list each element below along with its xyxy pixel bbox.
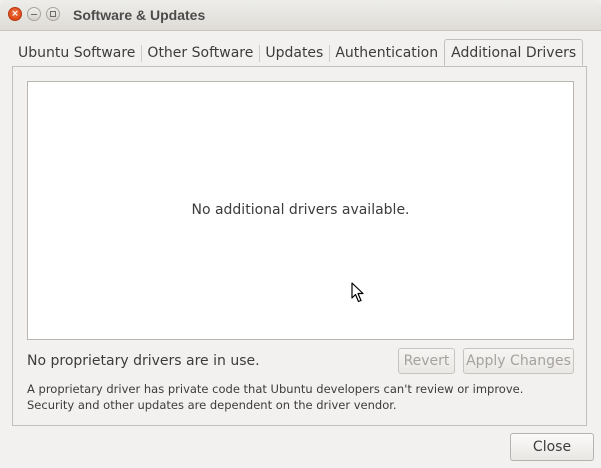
empty-drivers-message: No additional drivers available. — [191, 202, 410, 218]
software-updates-window: × Software & Updates Ubuntu Software Oth… — [0, 0, 601, 468]
minimize-icon[interactable] — [27, 7, 41, 21]
tab-updates[interactable]: Updates — [259, 40, 329, 66]
tab-other-software[interactable]: Other Software — [141, 40, 259, 66]
close-button[interactable]: Close — [510, 433, 594, 461]
driver-status-text: No proprietary drivers are in use. — [27, 353, 260, 369]
tab-authentication[interactable]: Authentication — [329, 40, 444, 66]
window-title: Software & Updates — [73, 7, 206, 23]
title-bar[interactable]: × Software & Updates — [0, 0, 601, 31]
revert-button[interactable]: Revert — [398, 348, 455, 374]
tab-ubuntu-software[interactable]: Ubuntu Software — [12, 40, 141, 66]
close-icon[interactable]: × — [8, 7, 22, 21]
apply-changes-button[interactable]: Apply Changes — [463, 348, 574, 374]
tab-bar: Ubuntu Software Other Software Updates A… — [12, 39, 589, 67]
mouse-pointer-icon — [351, 282, 364, 303]
maximize-icon[interactable] — [46, 7, 60, 21]
tab-additional-drivers[interactable]: Additional Drivers — [444, 39, 584, 66]
drivers-list[interactable]: No additional drivers available. — [27, 81, 574, 340]
proprietary-driver-note: A proprietary driver has private code th… — [27, 382, 524, 412]
